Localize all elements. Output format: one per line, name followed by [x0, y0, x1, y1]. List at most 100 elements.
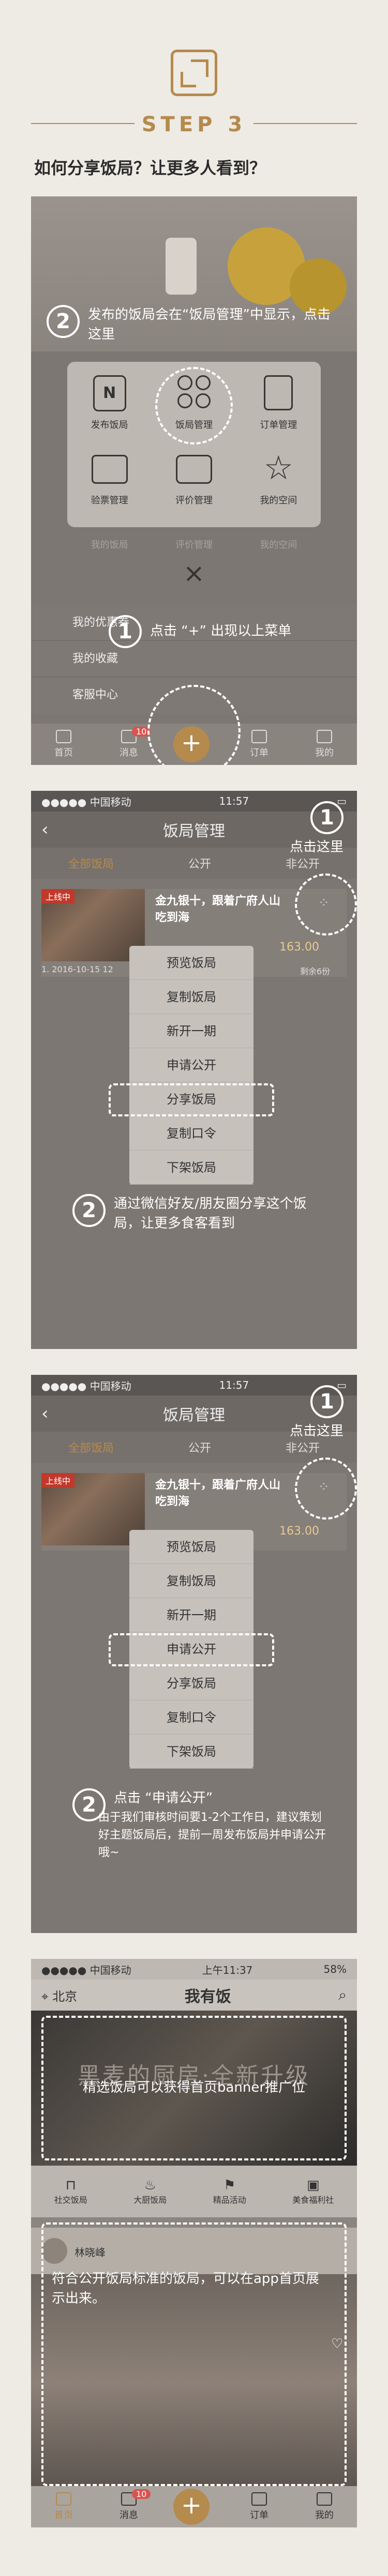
tab-label: 首页	[54, 747, 73, 758]
gift-icon: ▣	[306, 2178, 320, 2193]
menu-item[interactable]: 申请公开	[129, 1048, 253, 1082]
screenshot-menu: 2 发布的饭局会在“饭局管理”中显示，点击这里 N 发布饭局 饭局管理 订单管理 …	[31, 196, 357, 765]
menu-item[interactable]: 新开一期	[129, 1598, 253, 1632]
tab-mine[interactable]: 我的	[304, 730, 345, 759]
back-icon[interactable]: ‹	[41, 1403, 49, 1424]
tab-public[interactable]: 公开	[188, 1439, 211, 1455]
highlight-circle	[155, 367, 233, 444]
card-date: 1. 2016-10-15 12	[41, 964, 113, 974]
clock: 11:57	[219, 1379, 249, 1391]
category-social[interactable]: ⊓ 社交饭局	[54, 2178, 87, 2205]
section-question: 如何分享饭局？让更多人看到？	[34, 158, 266, 178]
highlight-box	[41, 2222, 347, 2486]
close-icon[interactable]: ×	[31, 558, 357, 588]
tab-all[interactable]: 全部饭局	[68, 855, 114, 871]
menu-item-space[interactable]: ☆ 我的空间	[236, 444, 321, 527]
carrier: ●●●●● 中国移动	[41, 1379, 131, 1392]
order-icon	[251, 2492, 267, 2506]
menu-item[interactable]: 新开一期	[129, 1014, 253, 1048]
back-icon[interactable]: ‹	[41, 819, 49, 840]
menu-item[interactable]: 下架饭局	[129, 1735, 253, 1769]
page-title: 饭局管理	[163, 822, 225, 840]
jar	[166, 238, 197, 295]
category-events[interactable]: ⚑ 精品活动	[213, 2178, 246, 2205]
chef-icon: ♨	[144, 2178, 156, 2193]
menu-item[interactable]: 复制口令	[129, 1116, 253, 1151]
highlight-box	[109, 1633, 274, 1666]
step-number-1: 1	[310, 801, 344, 834]
menu-item-publish[interactable]: N 发布饭局	[67, 362, 152, 444]
location-selector[interactable]: ⌖ 北京	[41, 1986, 77, 2004]
tab-label: 我的	[315, 2510, 334, 2521]
note-plus: 点击 “+” 出现以上菜单	[150, 623, 292, 639]
tab-label: 首页	[54, 2510, 73, 2521]
menu-item[interactable]: 分享饭局	[129, 1666, 253, 1700]
card-title: 金九银十，跟着广府人山吃到海	[155, 895, 281, 924]
menu-item-label: 评价管理	[175, 495, 213, 506]
tab-mine[interactable]: 我的	[304, 2492, 345, 2521]
menu-item[interactable]: 复制饭局	[129, 980, 253, 1014]
step-title: STEP 3	[141, 113, 247, 136]
menu-item-label: 我的空间	[260, 495, 297, 506]
more-icon[interactable]: ⁘	[318, 1479, 330, 1495]
flag-icon: ⚑	[223, 2178, 236, 2193]
note-manage: 发布的饭局会在“饭局管理”中显示，点击这里	[88, 307, 331, 342]
menu-item[interactable]: 下架饭局	[129, 1151, 253, 1185]
app-logo: 我有饭	[184, 1988, 231, 2006]
category-bar: ⊓ 社交饭局 ♨ 大厨饭局 ⚑ 精品活动 ▣ 美食福利社	[31, 2166, 357, 2217]
search-icon[interactable]: ⌕	[338, 1986, 347, 2004]
tab-all[interactable]: 全部饭局	[68, 1439, 114, 1455]
unread-badge: 10	[132, 2489, 151, 2499]
clock: 11:57	[219, 795, 249, 807]
user-icon	[317, 2492, 332, 2506]
share-icon	[171, 50, 217, 96]
note-tap: 点击这里	[290, 1423, 344, 1439]
menu-item[interactable]: 预览饭局	[129, 946, 253, 980]
home-header: ⌖ 北京 我有饭 ⌕	[31, 1980, 357, 2011]
step-number-1: 1	[109, 615, 142, 648]
menu-item-reviews[interactable]: 评价管理	[152, 444, 236, 527]
tab-label: 我的	[315, 747, 334, 758]
plus-button[interactable]: +	[173, 2489, 215, 2525]
category-label: 大厨饭局	[133, 2195, 167, 2205]
home-icon	[56, 730, 71, 743]
faded-row: 我的饭局 评价管理 我的空间	[67, 538, 321, 551]
action-menu: 预览饭局 复制饭局 新开一期 申请公开 分享饭局 复制口令 下架饭局	[129, 946, 253, 1185]
menu-item-tickets[interactable]: 验票管理	[67, 444, 152, 527]
clock: 上午11:37	[202, 1964, 253, 1976]
tab-private[interactable]: 非公开	[286, 1439, 320, 1455]
highlight-box	[109, 1083, 274, 1116]
chat-icon	[175, 455, 212, 484]
screenshot-share: ●●●●● 中国移动 11:57 ▭ ‹ 饭局管理 全部饭局 公开 非公开 上线中 金九银…	[31, 791, 357, 1349]
order-icon	[251, 730, 267, 743]
note-apply-title: 点击 “申请公开”	[114, 1790, 213, 1806]
document-icon	[264, 375, 293, 410]
tab-orders[interactable]: 订单	[238, 730, 280, 759]
menu-item-label: 验票管理	[91, 495, 128, 506]
tab-home[interactable]: 首页	[43, 730, 84, 759]
list-item[interactable]: 我的收藏	[31, 641, 357, 677]
n-card-icon: N	[93, 375, 126, 411]
menu-item-label: 发布饭局	[91, 420, 128, 431]
menu-item-orders[interactable]: 订单管理	[236, 362, 321, 444]
menu-item[interactable]: 复制饭局	[129, 1564, 253, 1598]
category-welfare[interactable]: ▣ 美食福利社	[292, 2178, 334, 2205]
tab-messages[interactable]: 消息 10	[108, 2489, 151, 2521]
tab-home[interactable]: 首页	[43, 2492, 84, 2521]
tab-public[interactable]: 公开	[188, 855, 211, 871]
location-icon: ⌖	[41, 1989, 53, 2004]
menu-item[interactable]: 预览饭局	[129, 1530, 253, 1564]
plus-icon: +	[173, 2489, 210, 2525]
screenshot-home: ●●●●● 中国移动 上午11:37 58% ⌖ 北京 我有饭 ⌕ 黑麦的厨房·全新…	[31, 1959, 357, 2527]
tab-orders[interactable]: 订单	[238, 2492, 280, 2521]
category-chef[interactable]: ♨ 大厨饭局	[133, 2178, 167, 2205]
status-bar: ●●●●● 中国移动 11:57 ▭	[31, 791, 357, 811]
menu-item-label: 订单管理	[260, 420, 297, 431]
step-number-1: 1	[310, 1385, 344, 1418]
screenshot-apply: ●●●●● 中国移动 11:57 ▭ ‹ 饭局管理 全部饭局 公开 非公开 上线中 金九银…	[31, 1375, 357, 1933]
tab-private[interactable]: 非公开	[286, 855, 320, 871]
tab-messages[interactable]: 消息 10	[108, 727, 151, 759]
action-panel: N 发布饭局 饭局管理 订单管理 验票管理 评价管理 ☆ 我的空间	[67, 362, 321, 527]
menu-item[interactable]: 复制口令	[129, 1700, 253, 1735]
more-icon[interactable]: ⁘	[318, 895, 330, 911]
